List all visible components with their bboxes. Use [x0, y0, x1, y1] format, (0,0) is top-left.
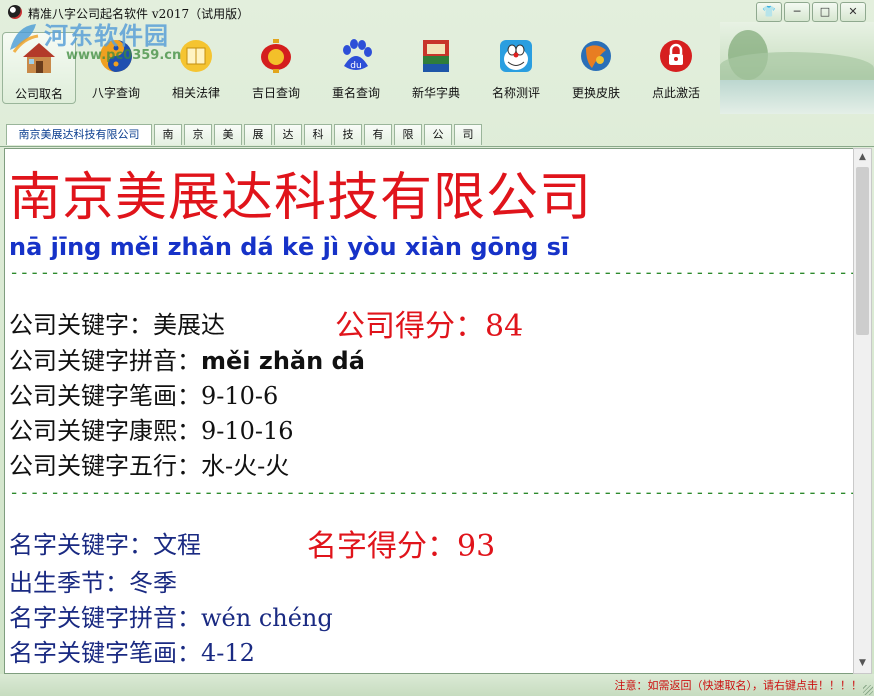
tab-char[interactable]: 限 — [394, 124, 422, 145]
tab-char[interactable]: 达 — [274, 124, 302, 145]
company-strokes-value: 9-10-6 — [201, 382, 279, 410]
company-wuxing-value: 水-火-火 — [201, 452, 290, 480]
company-score-label: 公司得分： — [335, 309, 485, 344]
tab-char[interactable]: 技 — [334, 124, 362, 145]
name-pinyin-row: 名字关键字拼音：wén chéng — [9, 598, 333, 633]
toolbar-button-duplicate-name[interactable]: du 重名查询 — [320, 32, 392, 102]
tab-char[interactable]: 南 — [154, 124, 182, 145]
company-wuxing-label: 公司关键字五行： — [9, 452, 201, 480]
divider-line: ----------------------------------------… — [9, 483, 853, 503]
company-score: 公司得分：84 — [335, 301, 523, 345]
name-keyword-value: 文程 — [153, 531, 201, 559]
company-strokes-label: 公司关键字笔画： — [9, 382, 201, 410]
watermark-logo-icon — [10, 24, 39, 53]
skin-button[interactable]: 👕 — [756, 2, 782, 22]
character-tab-strip: 南京美展达科技有限公司 南 京 美 展 达 科 技 有 限 公 司 — [0, 122, 874, 147]
name-strokes-value: 4-12 — [201, 639, 255, 667]
maximize-button[interactable]: □ — [812, 2, 838, 22]
toolbar-label: 点此激活 — [651, 86, 700, 100]
company-name-heading: 南京美展达科技有限公司 — [9, 168, 593, 228]
watermark: 河东软件园 www.pc0359.cn — [6, 10, 206, 80]
toolbar-button-activate[interactable]: 点此激活 — [640, 32, 712, 102]
resize-grip-icon[interactable] — [863, 685, 873, 695]
name-score: 名字得分：93 — [307, 521, 495, 565]
company-score-value: 84 — [485, 309, 524, 344]
company-pinyin-label: 公司关键字拼音： — [9, 347, 201, 375]
name-keyword-label: 名字关键字： — [9, 531, 153, 559]
hill-decoration — [720, 52, 874, 82]
doraemon-icon — [500, 40, 532, 72]
tab-company-name[interactable]: 南京美展达科技有限公司 — [6, 124, 152, 145]
toolbar-button-change-skin[interactable]: 更换皮肤 — [560, 32, 632, 102]
vertical-scrollbar[interactable]: ▲ ▼ — [853, 148, 872, 674]
scroll-down-arrow-icon[interactable]: ▼ — [854, 655, 871, 671]
result-panel[interactable]: 南京美展达科技有限公司 nā jīng měi zhǎn dá kē jì yò… — [4, 148, 854, 674]
tab-char[interactable]: 有 — [364, 124, 392, 145]
toolbar-label: 新华字典 — [411, 86, 460, 100]
scrollbar-thumb[interactable] — [856, 167, 869, 335]
name-strokes-label: 名字关键字笔画： — [9, 639, 201, 667]
baidu-paw-icon: du — [343, 39, 372, 71]
lock-icon — [660, 40, 692, 72]
toolbar-label: 吉日查询 — [251, 86, 300, 100]
toolbar-label: 相关法律 — [171, 86, 220, 100]
name-strokes-row: 名字关键字笔画：4-12 — [9, 633, 255, 668]
palette-icon — [581, 41, 611, 71]
water-decoration — [720, 80, 874, 114]
season-value: 冬季 — [129, 569, 177, 597]
toolbar-button-xinhua-dictionary[interactable]: 新华字典 — [400, 32, 472, 102]
company-wuxing-row: 公司关键字五行：水-火-火 — [9, 446, 289, 481]
tab-char[interactable]: 展 — [244, 124, 272, 145]
toolbar-label: 八字查询 — [91, 86, 140, 100]
close-button[interactable]: ✕ — [840, 2, 866, 22]
scenery-decoration — [720, 22, 874, 114]
toolbar-label: 名称测评 — [491, 86, 540, 100]
company-pinyin-value: měi zhǎn dá — [201, 347, 365, 375]
name-score-label: 名字得分： — [307, 529, 457, 564]
company-strokes-row: 公司关键字笔画：9-10-6 — [9, 376, 278, 411]
company-kangxi-label: 公司关键字康熙： — [9, 417, 201, 445]
tab-char[interactable]: 公 — [424, 124, 452, 145]
app-window: 精准八字公司起名软件 v2017（试用版） 👕 ─ □ ✕ 公司取名 八字查询 … — [0, 0, 874, 696]
tab-char[interactable]: 美 — [214, 124, 242, 145]
watermark-url: www.pc0359.cn — [66, 48, 182, 63]
name-pinyin-value: wén chéng — [201, 604, 333, 632]
name-keyword-row: 名字关键字：文程 — [9, 525, 201, 560]
tab-char[interactable]: 司 — [454, 124, 482, 145]
company-keyword-value: 美展达 — [153, 311, 225, 339]
name-score-value: 93 — [457, 529, 496, 564]
company-keyword-row: 公司关键字：美展达 — [9, 305, 225, 340]
name-pinyin-label: 名字关键字拼音： — [9, 604, 201, 632]
dictionary-icon — [423, 40, 449, 72]
toolbar-label: 更换皮肤 — [571, 86, 620, 100]
toolbar-label: 重名查询 — [331, 86, 380, 100]
company-pinyin-row: 公司关键字拼音：měi zhǎn dá — [9, 341, 365, 376]
status-bar: 注意：如需返回（快速取名），请右键点击！！！！ — [0, 674, 874, 696]
company-name-pinyin: nā jīng měi zhǎn dá kē jì yòu xiàn gōng … — [9, 233, 570, 261]
season-label: 出生季节： — [9, 569, 129, 597]
company-kangxi-value: 9-10-16 — [201, 417, 294, 445]
divider-line: ----------------------------------------… — [9, 263, 853, 283]
watermark-name: 河东软件园 — [44, 22, 169, 50]
company-kangxi-row: 公司关键字康熙：9-10-16 — [9, 411, 294, 446]
lantern-icon — [261, 39, 291, 73]
scroll-up-arrow-icon[interactable]: ▲ — [854, 149, 871, 165]
tab-char[interactable]: 科 — [304, 124, 332, 145]
toolbar-button-auspicious-day[interactable]: 吉日查询 — [240, 32, 312, 102]
tab-char[interactable]: 京 — [184, 124, 212, 145]
status-hint: 注意：如需返回（快速取名），请右键点击！！！！ — [614, 679, 863, 692]
season-row: 出生季节：冬季 — [9, 563, 177, 598]
svg-text:du: du — [350, 61, 361, 71]
toolbar-label: 公司取名 — [14, 87, 63, 101]
company-keyword-label: 公司关键字： — [9, 311, 153, 339]
minimize-button[interactable]: ─ — [784, 2, 810, 22]
toolbar-button-name-evaluation[interactable]: 名称测评 — [480, 32, 552, 102]
